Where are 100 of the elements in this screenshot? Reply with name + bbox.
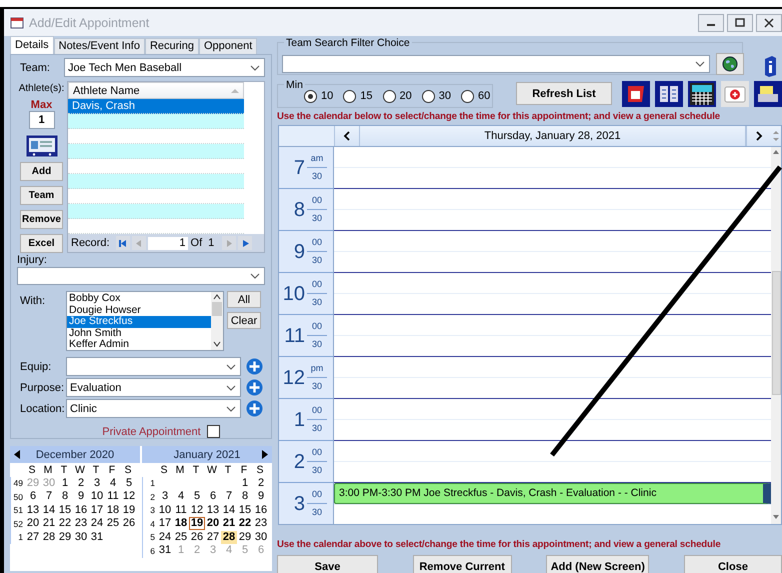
calendar-day[interactable]: 20 [25, 517, 41, 530]
calendar-day[interactable]: 13 [25, 504, 41, 517]
calendar-day[interactable]: 31 [89, 530, 105, 544]
button[interactable]: Close [684, 555, 782, 573]
calendar-day[interactable]: 20 [205, 517, 221, 530]
checkbox[interactable] [206, 425, 220, 438]
list-item[interactable]: John Smith [67, 328, 211, 339]
calendar-day[interactable]: 24 [157, 530, 173, 544]
calendar-day[interactable]: 16 [73, 504, 89, 517]
calendar-day[interactable]: 25 [105, 517, 121, 530]
calendar-day[interactable]: 23 [73, 517, 89, 530]
calendar-day[interactable]: 4 [173, 490, 189, 504]
radio-button[interactable] [461, 90, 474, 102]
calendar-day[interactable]: 8 [57, 490, 73, 504]
calendar-day[interactable]: 10 [89, 490, 105, 504]
calendar-day[interactable]: 15 [237, 504, 253, 517]
calendar-day[interactable]: 6 [205, 490, 221, 504]
calendar-day[interactable]: 16 [253, 504, 269, 517]
calendar-day[interactable]: 3 [89, 476, 105, 490]
max-field[interactable]: 1 [28, 111, 54, 129]
calendar-day[interactable]: 9 [73, 490, 89, 504]
calendar-day[interactable]: 15 [57, 504, 73, 517]
radio-button[interactable] [422, 90, 435, 102]
list-item[interactable]: Keffer Admin [67, 339, 211, 350]
button[interactable]: Clear [227, 312, 261, 329]
list-item[interactable]: Dougie Howser [67, 304, 211, 316]
calendar-day[interactable]: 12 [189, 504, 205, 517]
calendar-day[interactable]: 1 [57, 476, 73, 490]
button[interactable]: Remove Current [412, 555, 512, 573]
tab[interactable]: Details [10, 36, 54, 54]
calendar-day[interactable]: 12 [121, 490, 137, 504]
button[interactable]: Remove [20, 210, 63, 229]
calendar-day[interactable]: 24 [89, 517, 105, 530]
calendar-day[interactable]: 7 [221, 490, 237, 504]
toolbar-button[interactable] [655, 80, 683, 106]
calendar-day[interactable]: 1 [237, 476, 253, 490]
calendar-day[interactable]: 19 [189, 517, 205, 530]
globe-button[interactable] [716, 53, 744, 75]
team-filter-dropdown[interactable] [282, 55, 710, 73]
calendar-day[interactable]: 30 [73, 530, 89, 544]
column-header[interactable]: Athlete Name [68, 82, 244, 99]
calendar-day[interactable]: 5 [121, 476, 137, 490]
list-item[interactable]: Bobby Cox [67, 293, 211, 304]
add-icon[interactable] [246, 379, 263, 396]
calendar-day[interactable]: 11 [105, 490, 121, 504]
toolbar-button[interactable] [754, 80, 782, 106]
calendar-day[interactable]: 18 [173, 517, 189, 530]
radio-button[interactable] [382, 90, 396, 102]
calendar-day[interactable]: 29 [57, 530, 73, 544]
calendar-day[interactable]: 3 [157, 490, 173, 504]
dropdown[interactable]: Clinic [66, 399, 241, 418]
calendar-day[interactable]: 4 [105, 476, 121, 490]
calendar-day[interactable]: 19 [121, 504, 137, 517]
team-dropdown[interactable]: Joe Tech Men Baseball [64, 58, 265, 77]
record-field[interactable]: 1 [148, 236, 188, 250]
table-row[interactable]: Davis, Crash [68, 99, 244, 114]
button[interactable]: Save [277, 555, 378, 573]
previous-month-icon[interactable] [14, 450, 20, 459]
calendar-day[interactable]: 17 [89, 504, 105, 517]
toolbar-button[interactable] [688, 80, 716, 106]
appointment[interactable]: 3:00 PM-3:30 PM Joe Streckfus - Davis, Crash - Evaluation - - Clinic [334, 483, 771, 504]
calendar-day[interactable]: 26 [121, 517, 137, 530]
scrollbar-thumb[interactable] [772, 271, 780, 395]
calendar-day[interactable]: 26 [189, 530, 205, 544]
tab[interactable]: Opponent [198, 38, 258, 54]
calendar-day[interactable]: 28 [41, 530, 57, 544]
calendar-day[interactable]: 13 [205, 504, 221, 517]
calendar-day[interactable]: 27 [25, 530, 41, 544]
tab[interactable]: Notes/Event Info [54, 38, 145, 54]
calendar-day[interactable]: 30 [253, 530, 269, 544]
calendar-day[interactable]: 23 [253, 517, 269, 530]
button[interactable]: Add [20, 162, 63, 181]
tab[interactable]: Recuring [144, 38, 199, 54]
calendar-day[interactable]: 31 [157, 544, 173, 558]
calendar-day[interactable]: 18 [105, 504, 121, 517]
radio-button[interactable] [343, 90, 356, 102]
dropdown[interactable]: Evaluation [66, 378, 241, 397]
calendar-day[interactable]: 25 [173, 530, 189, 544]
button[interactable]: Add (New Screen) [546, 555, 650, 573]
scrollbar[interactable] [211, 292, 223, 350]
calendar-day[interactable]: 21 [41, 517, 57, 530]
calendar-day[interactable]: 22 [237, 517, 253, 530]
button[interactable]: Team [20, 186, 63, 205]
first-record-button[interactable] [116, 236, 130, 250]
minimize-button[interactable] [698, 14, 724, 32]
calendar-day[interactable]: 6 [25, 490, 41, 504]
calendar-day[interactable]: 2 [73, 476, 89, 490]
calendar-day[interactable]: 7 [41, 490, 57, 504]
calendar-day[interactable]: 17 [157, 517, 173, 530]
calendar-day[interactable]: 8 [237, 490, 253, 504]
button[interactable]: Excel [20, 234, 63, 253]
info-icon[interactable] [763, 55, 777, 77]
calendar-day[interactable]: 21 [221, 517, 237, 530]
scrollbar-thumb[interactable] [212, 302, 222, 316]
close-button[interactable] [756, 14, 782, 32]
calendar-day[interactable]: 27 [205, 530, 221, 544]
calendar-day[interactable]: 10 [157, 504, 173, 517]
calendar-day[interactable]: 29 [237, 530, 253, 544]
scrollbar[interactable] [771, 147, 781, 524]
dropdown[interactable] [66, 357, 241, 376]
